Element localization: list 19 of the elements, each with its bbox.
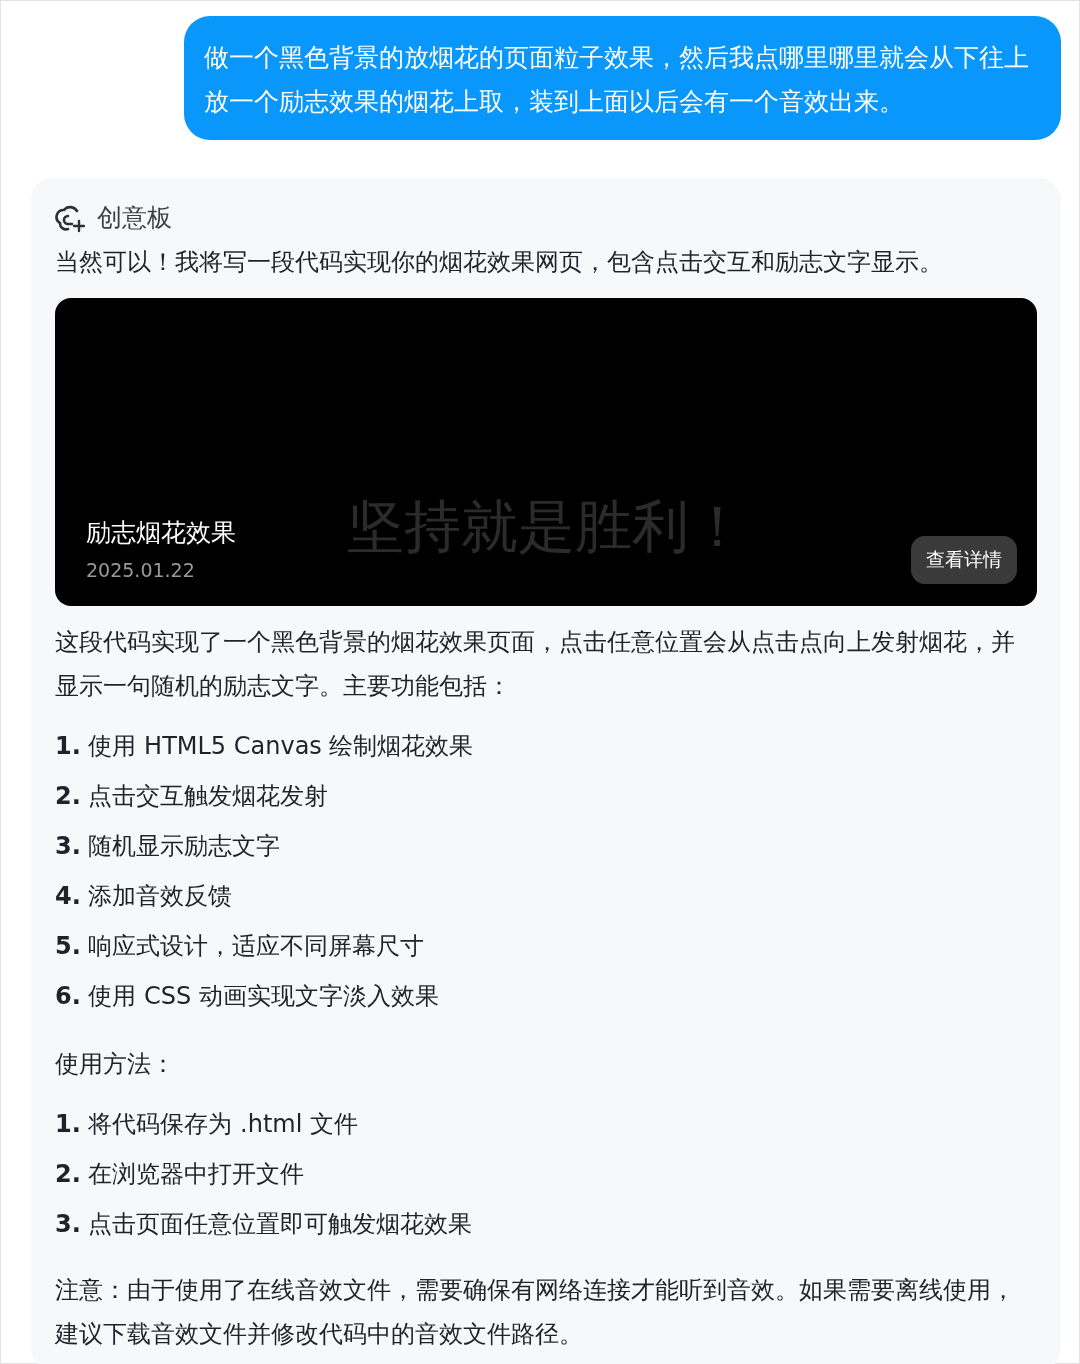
list-item: 3. 点击页面任意位置即可触发烟花效果 (55, 1209, 474, 1240)
list-item: 2. 在浏览器中打开文件 (55, 1159, 306, 1190)
list-item: 1. 使用 HTML5 Canvas 绘制烟花效果 (55, 731, 475, 762)
canvas-label: 创意板 (97, 202, 172, 234)
list-item: 3. 随机显示励志文字 (55, 831, 282, 862)
canvas-icon (55, 203, 85, 233)
user-message-bubble: 做一个黑色背景的放烟花的页面粒子效果，然后我点哪里哪里就会从下往上放一个励志效果的烟花上取，装到上面以后会有一个音效出来。 (184, 16, 1061, 140)
view-details-button[interactable]: 查看详情 (911, 536, 1017, 584)
list-item: 4. 添加音效反馈 (55, 881, 234, 912)
summary-text: 这段代码实现了一个黑色背景的烟花效果页面，点击任意位置会从点击点向上发射烟花，并显示一句随机的励志文字。主要功能包括： (55, 627, 1016, 702)
usage-heading: 使用方法： (55, 1049, 176, 1080)
preview-title: 励志烟花效果 (86, 517, 236, 549)
note-text: 注意：由于使用了在线音效文件，需要确保有网络连接才能听到音效。如果需要离线使用，建议下载音效文件并修改代码中的音效文件路径。 (55, 1275, 1016, 1350)
list-item: 5. 响应式设计，适应不同屏幕尺寸 (55, 931, 426, 962)
list-item: 1. 将代码保存为 .html 文件 (55, 1109, 359, 1140)
list-item: 6. 使用 CSS 动画实现文字淡入效果 (55, 981, 440, 1012)
list-item: 2. 点击交互触发烟花发射 (55, 781, 330, 812)
preview-date: 2025.01.22 (86, 558, 196, 583)
intro-text: 当然可以！我将写一段代码实现你的烟花效果网页，包含点击交互和励志文字显示。 (55, 247, 944, 278)
